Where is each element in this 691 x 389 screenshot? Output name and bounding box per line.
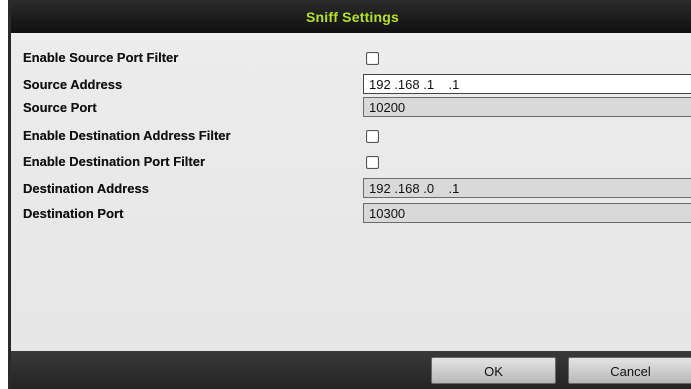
enable-destination-port-filter-checkbox[interactable] bbox=[366, 156, 379, 169]
enable-source-port-filter-label: Enable Source Port Filter bbox=[23, 50, 179, 65]
row-enable-source-port-filter: Enable Source Port Filter bbox=[11, 47, 691, 69]
row-enable-destination-port-filter: Enable Destination Port Filter bbox=[11, 151, 691, 173]
enable-destination-address-filter-label: Enable Destination Address Filter bbox=[23, 128, 231, 143]
destination-port-input[interactable]: 10300 bbox=[363, 203, 691, 223]
enable-destination-address-filter-checkbox[interactable] bbox=[366, 130, 379, 143]
source-port-label: Source Port bbox=[23, 100, 97, 115]
row-destination-address: Destination Address 192 .168 .0 .1 bbox=[11, 178, 691, 200]
source-address-label: Source Address bbox=[23, 77, 123, 92]
row-source-port: Source Port 10200 bbox=[11, 97, 691, 119]
destination-address-label: Destination Address bbox=[23, 181, 149, 196]
source-address-input[interactable]: 192 .168 .1 .1 bbox=[363, 74, 691, 94]
ok-button[interactable]: OK bbox=[431, 357, 556, 384]
dialog-content: Enable Source Port Filter Source Address… bbox=[11, 33, 691, 351]
dialog-title: Sniff Settings bbox=[305, 8, 400, 25]
enable-destination-port-filter-label: Enable Destination Port Filter bbox=[23, 154, 206, 169]
dialog-titlebar: Sniff Settings bbox=[11, 0, 691, 33]
cancel-button[interactable]: Cancel bbox=[568, 357, 691, 384]
destination-port-label: Destination Port bbox=[23, 206, 124, 221]
row-enable-destination-address-filter: Enable Destination Address Filter bbox=[11, 125, 691, 147]
source-port-input[interactable]: 10200 bbox=[363, 97, 691, 117]
enable-source-port-filter-checkbox[interactable] bbox=[366, 52, 379, 65]
row-source-address: Source Address 192 .168 .1 .1 bbox=[11, 74, 691, 96]
row-destination-port: Destination Port 10300 bbox=[11, 203, 691, 225]
dialog-footer: OK Cancel bbox=[11, 351, 691, 389]
destination-address-input[interactable]: 192 .168 .0 .1 bbox=[363, 178, 691, 198]
sniff-settings-dialog: Sniff Settings Enable Source Port Filter… bbox=[8, 0, 691, 389]
